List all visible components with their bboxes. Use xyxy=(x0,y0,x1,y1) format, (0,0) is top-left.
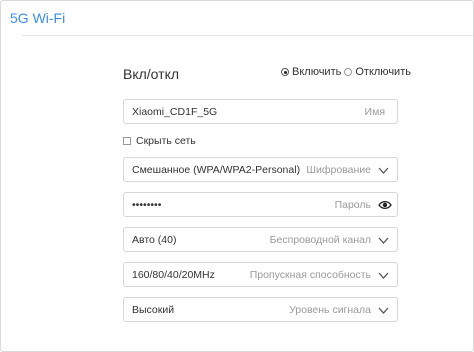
hide-network-checkbox[interactable] xyxy=(123,137,131,145)
encryption-hint: Шифрование xyxy=(306,164,371,176)
channel-select[interactable]: Авто (40) Беспроводной канал xyxy=(123,227,398,252)
eye-icon[interactable] xyxy=(378,199,392,211)
bandwidth-hint: Пропускная способность xyxy=(249,269,371,281)
password-value: •••••••• xyxy=(132,199,162,211)
chevron-down-icon xyxy=(378,272,389,279)
ssid-field[interactable]: Xiaomi_CD1F_5G Имя xyxy=(123,99,398,124)
hide-network-row[interactable]: Скрыть сеть xyxy=(123,135,196,147)
ssid-value: Xiaomi_CD1F_5G xyxy=(132,106,218,118)
chevron-down-icon xyxy=(378,307,389,314)
signal-select[interactable]: Высокий Уровень сигнала xyxy=(123,297,398,322)
chevron-down-icon xyxy=(378,167,389,174)
radio-enable[interactable]: Включить xyxy=(281,66,342,78)
radio-disable[interactable]: Отключить xyxy=(344,66,412,78)
chevron-down-icon xyxy=(378,237,389,244)
bandwidth-select[interactable]: 160/80/40/20MHz Пропускная способность xyxy=(123,262,398,287)
bandwidth-value: 160/80/40/20MHz xyxy=(132,269,215,281)
radio-disable-label: Отключить xyxy=(355,66,411,78)
hide-network-label: Скрыть сеть xyxy=(136,135,196,147)
channel-value: Авто (40) xyxy=(132,234,177,246)
onoff-label: Вкл/откл xyxy=(123,66,180,82)
section-title: 5G Wi-Fi xyxy=(10,10,66,26)
encryption-value: Смешанное (WPA/WPA2-Personal) xyxy=(132,164,301,176)
channel-hint: Беспроводной канал xyxy=(269,234,371,246)
encryption-select[interactable]: Смешанное (WPA/WPA2-Personal) Шифрование xyxy=(123,157,398,182)
signal-hint: Уровень сигнала xyxy=(289,304,371,316)
power-radio-group: Включить Отключить xyxy=(281,66,414,78)
radio-enable-dot[interactable] xyxy=(281,68,289,76)
divider xyxy=(22,35,474,36)
password-field[interactable]: •••••••• Пароль xyxy=(123,192,398,217)
password-hint: Пароль xyxy=(334,199,371,211)
radio-enable-label: Включить xyxy=(292,66,342,78)
radio-disable-dot[interactable] xyxy=(344,68,353,76)
signal-value: Высокий xyxy=(132,304,175,316)
ssid-hint: Имя xyxy=(364,106,385,118)
